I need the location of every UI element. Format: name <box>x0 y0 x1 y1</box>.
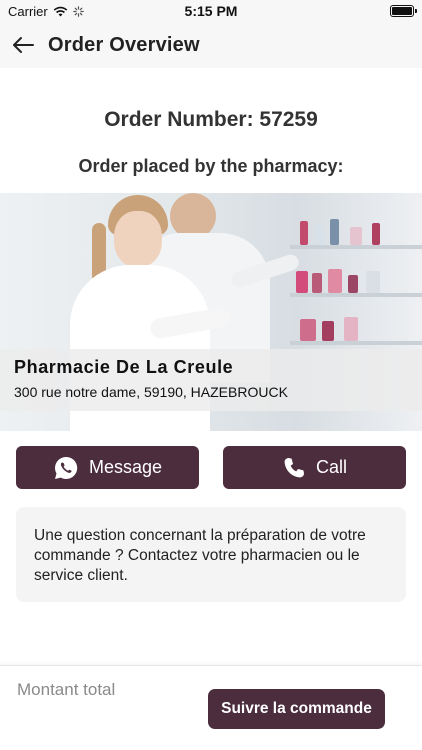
medicine-bottle <box>350 227 362 245</box>
medicine-bottle <box>366 271 380 293</box>
order-number: Order Number: 57259 <box>104 108 318 131</box>
pharmacy-address: 300 rue notre dame, 59190, HAZEBROUCK <box>14 384 288 400</box>
medicine-bottle <box>372 223 380 245</box>
medicine-bottle <box>300 221 308 245</box>
pharmacy-caption: Pharmacie De La Creule 300 rue notre dam… <box>0 349 422 411</box>
status-time: 5:15 PM <box>184 3 238 19</box>
placed-by-heading: Order placed by the pharmacy: <box>78 156 344 176</box>
back-button[interactable] <box>0 22 46 68</box>
bottom-bar: Montant total Suivre la commande <box>0 665 422 750</box>
nav-bar: Order Overview <box>0 22 422 68</box>
medicine-bottle <box>322 321 334 341</box>
medicine-bottle <box>300 319 316 341</box>
help-info-box: Une question concernant la préparation d… <box>16 507 406 602</box>
total-amount-label: Montant total <box>17 680 116 699</box>
message-button[interactable]: Message <box>16 446 199 489</box>
shelf <box>290 245 422 249</box>
medicine-bottle <box>312 273 322 293</box>
medicine-bottle <box>314 225 324 245</box>
arrow-left-icon <box>13 37 34 53</box>
medicine-bottle <box>330 219 339 245</box>
medicine-bottle <box>348 275 358 293</box>
battery-icon <box>390 5 417 17</box>
shelf <box>290 293 422 297</box>
pharmacy-name: Pharmacie De La Creule <box>14 357 234 377</box>
track-order-button[interactable]: Suivre la commande <box>208 689 385 729</box>
pharmacy-hero-image: Pharmacie De La Creule 300 rue notre dam… <box>0 193 422 431</box>
call-button[interactable]: Call <box>223 446 406 489</box>
pharmacist-face <box>114 211 162 267</box>
shelf <box>290 341 422 345</box>
message-button-label: Message <box>88 457 163 477</box>
whatsapp-icon <box>54 456 78 479</box>
phone-icon <box>284 457 304 477</box>
status-bar: Carrier 5:15 PM <box>0 0 422 22</box>
medicine-bottle <box>328 269 342 293</box>
help-info-text: Une question concernant la préparation d… <box>34 527 366 584</box>
medicine-bottle <box>344 317 358 341</box>
page-title: Order Overview <box>48 33 200 56</box>
medicine-bottle <box>296 271 308 293</box>
call-button-label: Call <box>315 457 347 477</box>
